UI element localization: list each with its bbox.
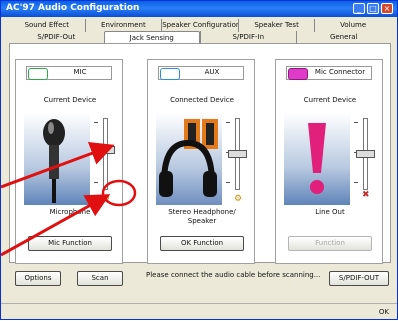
window-title: AC'97 Audio Configuration — [6, 3, 140, 13]
jack-color-icon — [288, 68, 308, 80]
warning-image — [284, 113, 350, 205]
headphone-speaker-image — [156, 113, 222, 205]
audio-config-window: AC'97 Audio Configuration _ □ × Sound Ef… — [0, 0, 398, 320]
scan-note: Please connect the audio cable before sc… — [146, 271, 321, 279]
close-button[interactable]: × — [381, 3, 393, 14]
panel-header-label: Mic Connector — [314, 68, 366, 76]
panel-mic: MIC Current Device ⚙ Microphone Mic Func… — [15, 59, 123, 264]
volume-slider[interactable] — [226, 118, 248, 190]
microphone-image — [24, 113, 90, 205]
panel-caption: Stereo Headphone/ Speaker — [168, 208, 236, 225]
ok-function-button[interactable]: OK Function — [160, 236, 244, 251]
volume-slider[interactable] — [354, 118, 376, 190]
maximize-button[interactable]: □ — [367, 3, 379, 14]
mute-icon[interactable]: ✖ — [362, 190, 370, 200]
status-text: OK — [378, 308, 389, 316]
slider-thumb[interactable] — [228, 150, 247, 158]
settings-icon[interactable]: ⚙ — [102, 194, 110, 204]
slider-thumb[interactable] — [356, 150, 375, 158]
mic-function-button[interactable]: Mic Function — [28, 236, 112, 251]
settings-icon[interactable]: ⚙ — [234, 194, 242, 204]
panel-subtitle: Connected Device — [170, 96, 234, 104]
panel-header: MIC — [26, 66, 112, 80]
volume-slider[interactable] — [94, 118, 116, 190]
jack-color-icon — [160, 68, 180, 80]
panel-subtitle: Current Device — [43, 96, 97, 104]
panel-header: Mic Connector — [286, 66, 372, 80]
status-bar: OK — [1, 303, 397, 320]
panel-header: AUX — [158, 66, 244, 80]
panel-subtitle: Current Device — [303, 96, 357, 104]
panel-caption: Microphone — [49, 208, 91, 216]
title-bar[interactable]: AC'97 Audio Configuration _ □ × — [1, 1, 397, 17]
spdif-out-button[interactable]: S/PDIF-OUT — [329, 271, 389, 286]
minimize-button[interactable]: _ — [353, 3, 365, 14]
jack-color-icon — [28, 68, 48, 80]
panel-header-label: MIC — [73, 68, 87, 76]
options-button[interactable]: Options — [15, 271, 61, 286]
panel-mic-connector: Mic Connector Current Device ✖ Line Out … — [275, 59, 383, 264]
panel-aux: AUX Connected Device ⚙ Stereo Headphone/… — [147, 59, 255, 264]
scan-button[interactable]: Scan — [77, 271, 123, 286]
panel-caption: Line Out — [315, 208, 345, 216]
function-button[interactable]: Function — [288, 236, 372, 251]
slider-thumb[interactable] — [96, 146, 115, 154]
panel-header-label: AUX — [204, 68, 220, 76]
